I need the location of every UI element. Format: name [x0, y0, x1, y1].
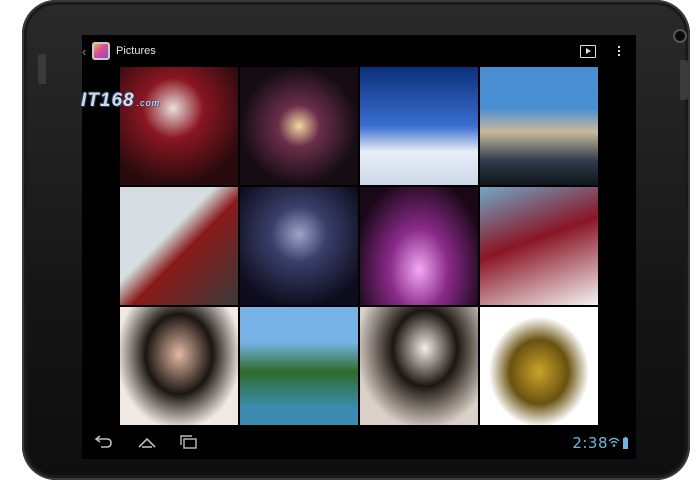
overflow-dot	[618, 54, 620, 56]
recent-apps-icon[interactable]	[178, 433, 200, 453]
slideshow-button[interactable]	[580, 44, 596, 58]
back-arrow-icon[interactable]	[92, 433, 114, 453]
gallery-thumbnail[interactable]	[120, 67, 238, 185]
overflow-dot	[618, 50, 620, 52]
gallery-thumbnail[interactable]	[120, 307, 238, 425]
page-title: Pictures	[116, 45, 156, 57]
gallery-icon[interactable]	[92, 42, 110, 60]
gallery-thumbnail[interactable]	[360, 307, 478, 425]
battery-icon	[623, 436, 628, 449]
action-bar: ‹ Pictures	[82, 35, 636, 67]
overflow-menu-button[interactable]	[618, 46, 622, 56]
gallery-thumbnail[interactable]	[240, 67, 358, 185]
front-camera	[673, 29, 687, 43]
gallery-thumbnail[interactable]	[360, 67, 478, 185]
gallery-thumbnail[interactable]	[480, 67, 598, 185]
wifi-icon	[608, 437, 620, 447]
gallery-thumbnail[interactable]	[480, 187, 598, 305]
picture-grid	[120, 67, 598, 425]
volume-button	[680, 60, 688, 100]
navigation-bar: 2:38	[82, 427, 636, 459]
gallery-thumbnail[interactable]	[120, 187, 238, 305]
home-icon[interactable]	[136, 433, 158, 453]
gallery-thumbnail[interactable]	[240, 187, 358, 305]
gallery-thumbnail[interactable]	[240, 307, 358, 425]
screen: ‹ Pictures 2:38	[82, 35, 636, 459]
power-button	[38, 54, 46, 84]
gallery-thumbnail[interactable]	[480, 307, 598, 425]
status-icons	[608, 436, 628, 449]
status-clock: 2:38	[572, 434, 608, 452]
overflow-dot	[618, 46, 620, 48]
gallery-thumbnail[interactable]	[360, 187, 478, 305]
chevron-left-icon[interactable]: ‹	[82, 44, 90, 59]
